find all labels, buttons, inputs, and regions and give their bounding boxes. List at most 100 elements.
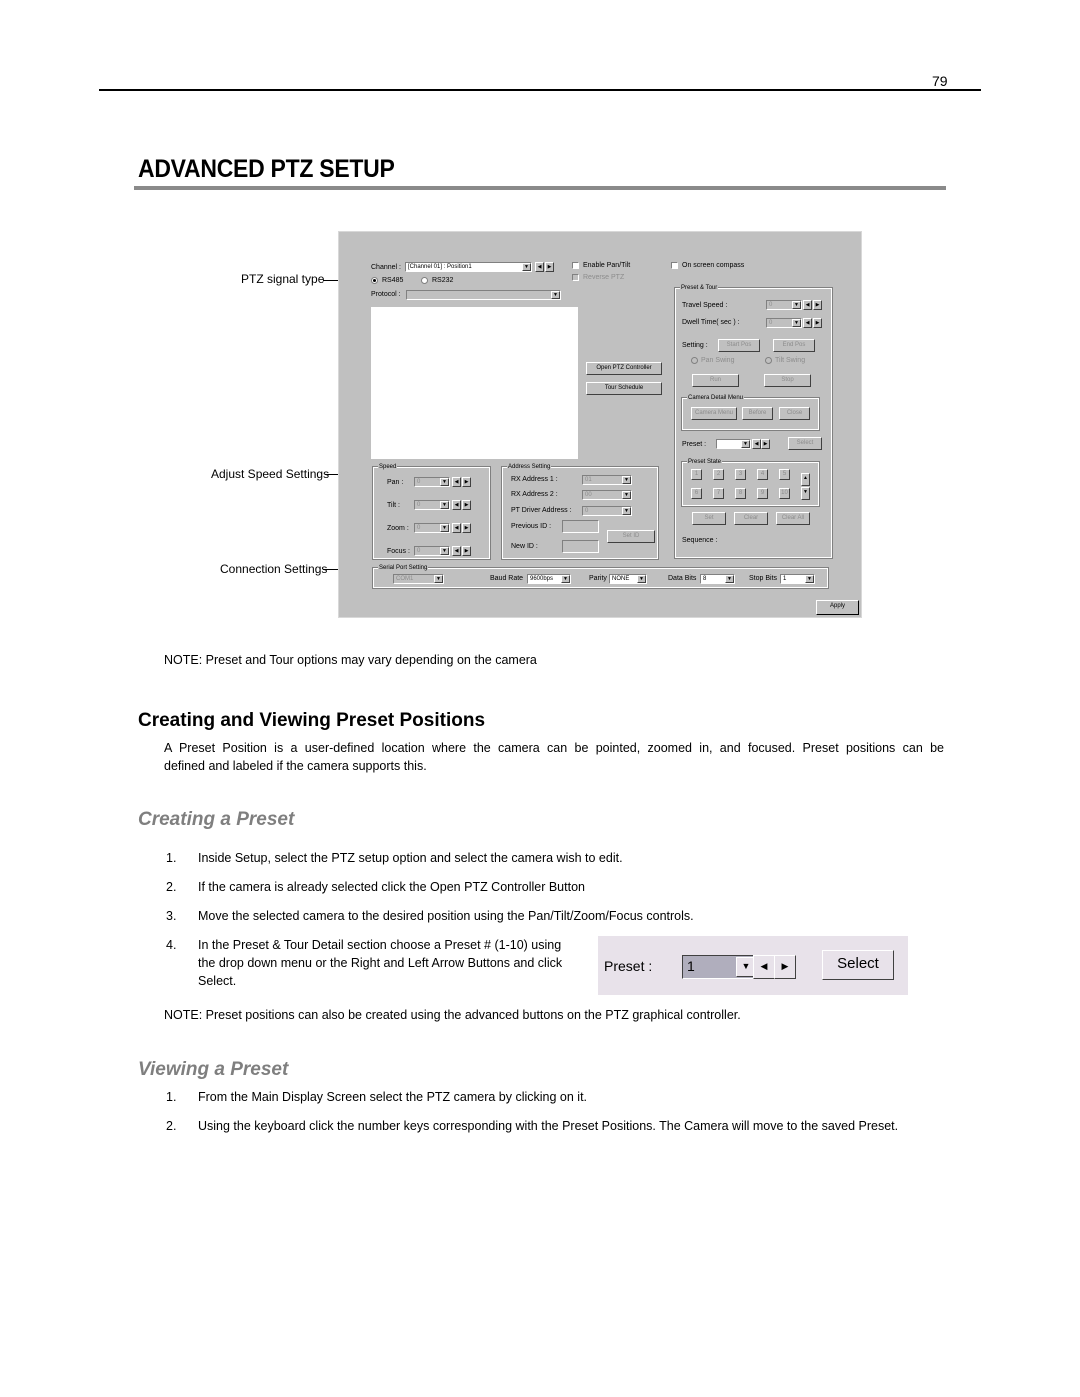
tilt-next-button[interactable]: ▶ <box>462 500 471 510</box>
previous-id-input[interactable] <box>562 520 599 533</box>
preset-10-button[interactable]: 10 <box>779 488 790 499</box>
tour-schedule-button[interactable]: Tour Schedule <box>586 382 662 395</box>
travel-speed-value: 0 <box>769 302 773 308</box>
preset-6-button[interactable]: 6 <box>691 488 702 499</box>
travel-speed-select[interactable]: 0 ▼ <box>766 300 802 310</box>
snippet-preset-select[interactable]: 1 ▼ <box>682 955 758 979</box>
section-para-line2: defined and labeled if the camera suppor… <box>164 759 427 773</box>
rx-address-2-select[interactable]: 00 ▼ <box>582 490 632 500</box>
chevron-down-icon: ▼ <box>792 319 801 327</box>
preset-1-button[interactable]: 1 <box>691 469 702 480</box>
dwell-time-select[interactable]: 0 ▼ <box>766 318 802 328</box>
scroll-down-icon[interactable]: ▼ <box>801 487 810 500</box>
pan-swing-radio[interactable] <box>691 357 698 364</box>
dwell-time-next-button[interactable]: ▶ <box>813 318 822 328</box>
preset-9-button[interactable]: 9 <box>757 488 768 499</box>
pt-driver-address-value: 0 <box>585 508 589 514</box>
preset-next-button[interactable]: ▶ <box>761 439 770 449</box>
dwell-time-prev-button[interactable]: ◀ <box>803 318 812 328</box>
enable-pan-tilt-checkbox[interactable] <box>572 262 579 269</box>
tilt-swing-radio[interactable] <box>765 357 772 364</box>
preset-3-button[interactable]: 3 <box>735 469 746 480</box>
channel-prev-button[interactable]: ◀ <box>535 262 544 272</box>
parity-select[interactable]: NONE ▼ <box>609 574 647 584</box>
preset-5-button[interactable]: 5 <box>779 469 790 480</box>
protocol-select[interactable]: ▼ <box>406 290 561 300</box>
chevron-down-icon: ▼ <box>741 440 750 448</box>
start-pos-button[interactable]: Start Pos <box>718 339 760 352</box>
title-underline <box>134 186 946 190</box>
tilt-label: Tilt : <box>387 502 400 509</box>
rs232-radio[interactable] <box>421 277 428 284</box>
stop-bits-select[interactable]: 1 ▼ <box>780 574 815 584</box>
snippet-prev-arrow-icon[interactable]: ◀ <box>753 955 775 979</box>
pan-speed-select[interactable]: 0 ▼ <box>414 477 450 487</box>
header-rule <box>99 89 981 91</box>
rx-address-2-label: RX Address 2 : <box>511 491 558 498</box>
ptz-setup-screenshot: Channel : [Channel 01] : Position1 ▼ ◀ ▶… <box>338 231 862 618</box>
rs485-radio[interactable] <box>371 277 378 284</box>
scroll-up-icon[interactable]: ▲ <box>801 473 810 486</box>
preset-7-button[interactable]: 7 <box>713 488 724 499</box>
pt-driver-address-select[interactable]: 0 ▼ <box>582 506 632 516</box>
zoom-prev-button[interactable]: ◀ <box>452 523 461 533</box>
end-pos-button[interactable]: End Pos <box>773 339 815 352</box>
step-number: 1. <box>166 851 177 865</box>
rs232-label: RS232 <box>432 277 454 284</box>
sequence-label: Sequence : <box>682 537 718 544</box>
channel-select[interactable]: [Channel 01] : Position1 ▼ <box>405 262 532 272</box>
run-button[interactable]: Run <box>692 374 739 387</box>
clear-button[interactable]: Clear <box>734 512 768 525</box>
apply-button[interactable]: Apply <box>816 600 859 615</box>
tilt-prev-button[interactable]: ◀ <box>452 500 461 510</box>
preset-tour-title: Preset & Tour <box>680 284 719 292</box>
travel-speed-next-button[interactable]: ▶ <box>813 300 822 310</box>
tilt-speed-select[interactable]: 0 ▼ <box>414 500 450 510</box>
close-button[interactable]: Close <box>779 407 810 420</box>
step-text: Move the selected camera to the desired … <box>198 909 694 923</box>
pan-next-button[interactable]: ▶ <box>462 477 471 487</box>
pan-prev-button[interactable]: ◀ <box>452 477 461 487</box>
select-button[interactable]: Select <box>788 437 822 450</box>
baud-rate-select[interactable]: 9600bps ▼ <box>527 574 571 584</box>
focus-next-button[interactable]: ▶ <box>462 546 471 556</box>
step-text: If the camera is already selected click … <box>198 880 585 894</box>
travel-speed-prev-button[interactable]: ◀ <box>803 300 812 310</box>
page-number: 79 <box>932 73 948 89</box>
focus-prev-button[interactable]: ◀ <box>452 546 461 556</box>
set-id-button[interactable]: Set ID <box>607 530 655 543</box>
rx-address-1-select[interactable]: 01 ▼ <box>582 475 632 485</box>
preset-2-button[interactable]: 2 <box>713 469 724 480</box>
on-screen-compass-checkbox[interactable] <box>671 262 678 269</box>
preset-select[interactable]: ▼ <box>716 439 751 449</box>
clear-all-button[interactable]: Clear All <box>776 512 810 525</box>
callout-ptz-signal-type: PTZ signal type <box>241 272 325 286</box>
callout-connection: Connection Settings <box>220 562 328 576</box>
snippet-select-button[interactable]: Select <box>822 950 894 980</box>
before-button[interactable]: Before <box>742 407 773 420</box>
snippet-preset-label: Preset : <box>604 958 653 974</box>
snippet-next-arrow-icon[interactable]: ▶ <box>774 955 796 979</box>
com-port-select[interactable]: COM1 ▼ <box>393 574 444 584</box>
preset-4-button[interactable]: 4 <box>757 469 768 480</box>
zoom-next-button[interactable]: ▶ <box>462 523 471 533</box>
stop-button[interactable]: Stop <box>764 374 811 387</box>
preset-prev-button[interactable]: ◀ <box>752 439 761 449</box>
chevron-down-icon: ▼ <box>805 575 814 583</box>
zoom-speed-select[interactable]: 0 ▼ <box>414 523 450 533</box>
data-bits-select[interactable]: 8 ▼ <box>700 574 735 584</box>
new-id-input[interactable] <box>562 540 599 553</box>
pan-label: Pan : <box>387 479 404 486</box>
channel-next-button[interactable]: ▶ <box>545 262 554 272</box>
camera-menu-button[interactable]: Camera Menu <box>691 407 737 420</box>
open-ptz-controller-button[interactable]: Open PTZ Controller <box>586 362 662 375</box>
snippet-preset-value: 1 <box>687 958 695 974</box>
step-text: From the Main Display Screen select the … <box>198 1090 588 1104</box>
reverse-ptz-checkbox[interactable] <box>572 274 579 281</box>
chevron-down-icon: ▼ <box>522 263 531 271</box>
focus-speed-select[interactable]: 0 ▼ <box>414 546 450 556</box>
set-button[interactable]: Set <box>692 512 726 525</box>
preset-8-button[interactable]: 8 <box>735 488 746 499</box>
pan-speed-value: 0 <box>417 479 421 485</box>
serial-port-title: Serial Port Setting <box>378 564 429 572</box>
